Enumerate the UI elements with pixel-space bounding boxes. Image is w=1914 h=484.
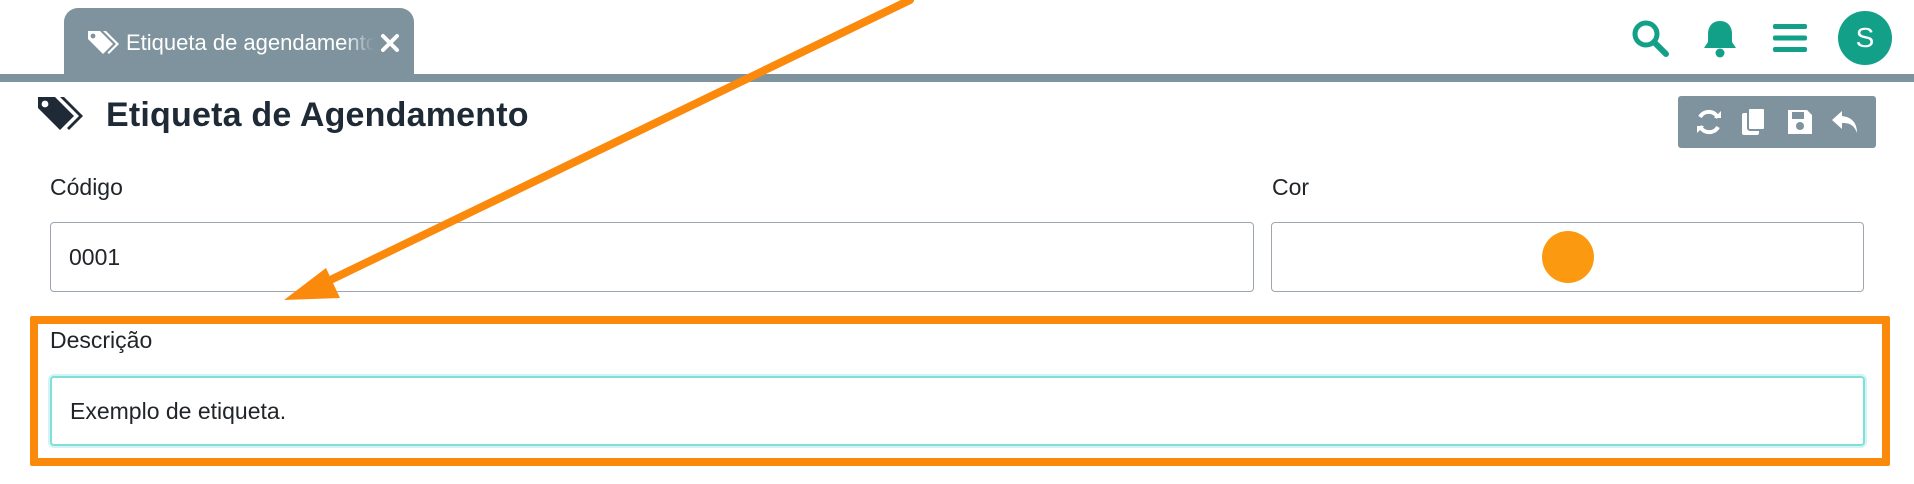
- top-actions: S: [1628, 10, 1892, 66]
- undo-icon[interactable]: [1825, 102, 1865, 142]
- avatar[interactable]: S: [1838, 11, 1892, 65]
- tab-label: Etiqueta de agendamento: [126, 30, 374, 55]
- tags-icon: [86, 28, 120, 58]
- save-icon[interactable]: [1780, 102, 1820, 142]
- sync-icon[interactable]: [1689, 102, 1729, 142]
- menu-icon[interactable]: [1768, 16, 1812, 60]
- cor-label: Cor: [1272, 174, 1310, 200]
- color-picker-field[interactable]: [1271, 222, 1864, 292]
- close-icon[interactable]: [380, 32, 402, 54]
- page-header: Etiqueta de Agendamento: [36, 94, 529, 136]
- bell-icon[interactable]: [1698, 16, 1742, 60]
- descricao-label: Descrição: [50, 327, 153, 353]
- page-title: Etiqueta de Agendamento: [106, 95, 529, 134]
- tags-icon: [36, 94, 84, 136]
- codigo-input[interactable]: [50, 222, 1254, 292]
- tab-etiqueta-agendamento[interactable]: Etiqueta de agendamento: [64, 8, 414, 78]
- descricao-input[interactable]: [50, 376, 1865, 446]
- search-icon[interactable]: [1628, 16, 1672, 60]
- color-swatch: [1541, 231, 1594, 283]
- codigo-label: Código: [50, 174, 123, 200]
- copy-icon[interactable]: [1734, 102, 1774, 142]
- toolbar: [1678, 96, 1876, 148]
